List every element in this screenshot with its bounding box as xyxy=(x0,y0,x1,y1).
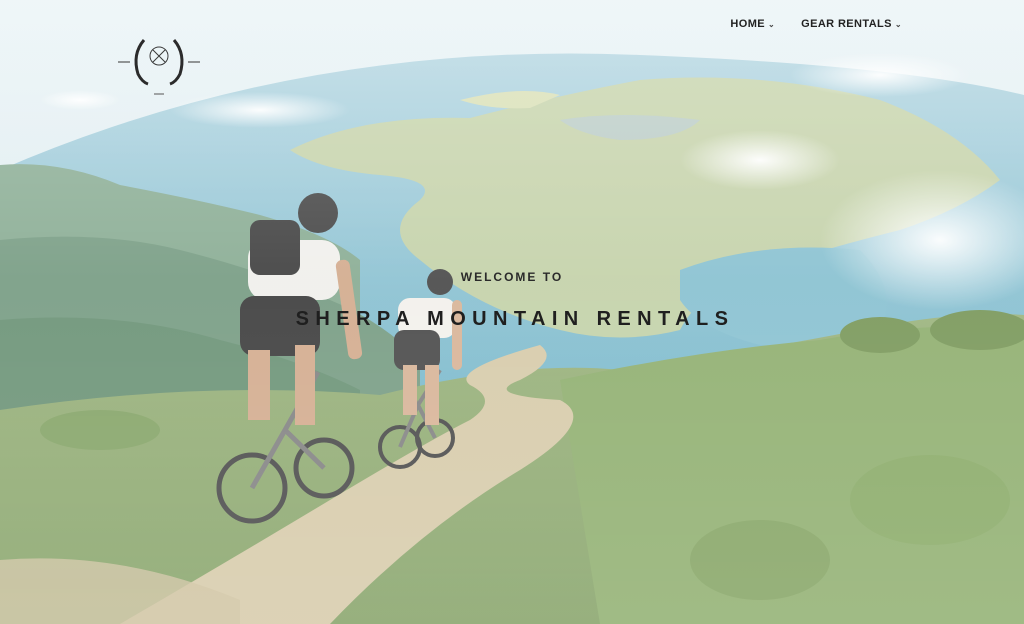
site-logo[interactable] xyxy=(116,34,202,100)
nav-gear-rentals-label: GEAR RENTALS xyxy=(801,18,892,30)
logo-emblem-icon xyxy=(118,39,200,95)
chevron-down-icon: ⌄ xyxy=(768,19,776,29)
nav-home[interactable]: HOME ⌄ xyxy=(730,18,775,30)
hero-welcome: WELCOME TO xyxy=(460,270,564,284)
hero-title: SHERPA MOUNTAIN RENTALS xyxy=(295,308,735,330)
chevron-down-icon: ⌄ xyxy=(894,19,902,29)
main-nav: HOME ⌄ GEAR RENTALS ⌄ xyxy=(730,18,902,30)
nav-gear-rentals[interactable]: GEAR RENTALS ⌄ xyxy=(801,18,902,30)
nav-home-label: HOME xyxy=(730,18,766,30)
